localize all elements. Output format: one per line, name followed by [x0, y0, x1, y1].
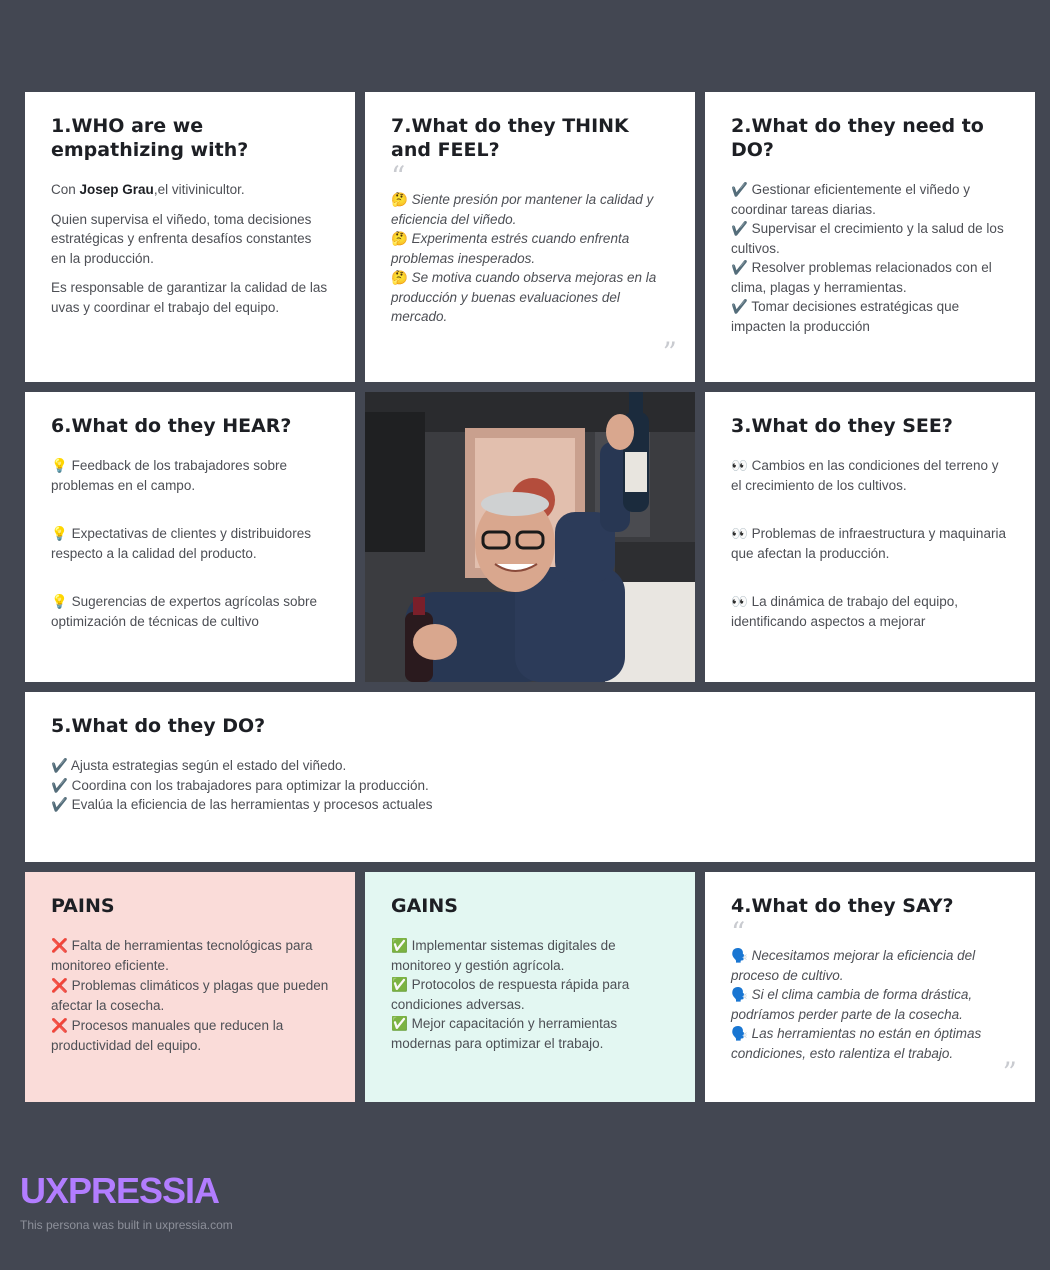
- list-item: 🤔 Siente presión por mantener la calidad…: [391, 192, 654, 227]
- cross-mark-icon: ❌: [51, 1018, 68, 1033]
- list-item: 👀 Problemas de infraestructura y maquina…: [731, 526, 1006, 561]
- uxpressia-logo[interactable]: UXPRESSIA: [20, 1170, 220, 1212]
- speaking-head-icon: 🗣️: [731, 1026, 748, 1041]
- card-pains: PAINS ❌ Falta de herramientas tecnológic…: [25, 872, 355, 1102]
- list-item: 👀 La dinámica de trabajo del equipo, ide…: [731, 594, 958, 629]
- who-paragraph-3: Es responsable de garantizar la calidad …: [51, 280, 328, 315]
- thinking-face-icon: 🤔: [391, 192, 408, 207]
- who-intro-prefix: Con: [51, 182, 80, 197]
- check-mark-icon: ✔️: [51, 758, 68, 773]
- list-item: ✅ Implementar sistemas digitales de moni…: [391, 938, 616, 973]
- card-hear-title: 6.What do they HEAR?: [51, 415, 292, 437]
- card-say-title: 4.What do they SAY?: [731, 895, 954, 917]
- footer-credit: This persona was built in uxpressia.com: [20, 1218, 233, 1232]
- card-who-title: 1.WHO are we empathizing with?: [51, 115, 249, 161]
- card-see-title: 3.What do they SEE?: [731, 415, 953, 437]
- thinking-face-icon: 🤔: [391, 231, 408, 246]
- list-item: ✔️ Tomar decisiones estratégicas que imp…: [731, 299, 960, 334]
- card-gains: GAINS ✅ Implementar sistemas digitales d…: [365, 872, 695, 1102]
- who-intro-suffix: ,el vitivinicultor.: [153, 182, 245, 197]
- who-intro: Con Josep Grau,el vitivinicultor.: [51, 180, 329, 200]
- see-list: 👀 Cambios en las condiciones del terreno…: [731, 456, 1009, 631]
- card-hear: 6.What do they HEAR? 💡 Feedback de los t…: [25, 392, 355, 682]
- check-mark-icon: ✔️: [731, 221, 748, 236]
- open-quote-icon: “: [731, 916, 746, 949]
- light-bulb-icon: 💡: [51, 594, 68, 609]
- list-item: 🤔 Se motiva cuando observa mejoras en la…: [391, 270, 657, 324]
- check-mark-icon: ✔️: [731, 299, 748, 314]
- list-item: 💡 Feedback de los trabajadores sobre pro…: [51, 458, 287, 493]
- list-item: ✔️ Evalúa la eficiencia de las herramien…: [51, 797, 433, 812]
- persona-photo: [365, 392, 695, 682]
- card-pains-title: PAINS: [51, 895, 115, 917]
- need-do-list: ✔️ Gestionar eficientemente el viñedo y …: [731, 180, 1009, 336]
- card-who: 1.WHO are we empathizing with? Con Josep…: [25, 92, 355, 382]
- pains-list: ❌ Falta de herramientas tecnológicas par…: [51, 936, 329, 1056]
- card-need-do: 2.What do they need to DO? ✔️ Gestionar …: [705, 92, 1035, 382]
- speaking-head-icon: 🗣️: [731, 987, 748, 1002]
- eyes-icon: 👀: [731, 594, 748, 609]
- list-item: 🗣️ Necesitamos mejorar la eficiencia del…: [731, 948, 976, 983]
- cross-mark-icon: ❌: [51, 938, 68, 953]
- list-item: ✅ Protocolos de respuesta rápida para co…: [391, 977, 630, 1012]
- card-think-feel: 7.What do they THINK and FEEL? “ 🤔 Sient…: [365, 92, 695, 382]
- list-item: ❌ Problemas climáticos y plagas que pued…: [51, 978, 329, 1013]
- close-quote-icon: ”: [1002, 1056, 1017, 1089]
- check-box-icon: ✅: [391, 938, 408, 953]
- card-gains-title: GAINS: [391, 895, 458, 917]
- do-list: ✔️ Ajusta estrategias según el estado de…: [51, 756, 1009, 815]
- open-quote-icon: “: [391, 160, 406, 193]
- check-mark-icon: ✔️: [731, 260, 748, 275]
- cross-mark-icon: ❌: [51, 978, 68, 993]
- list-item: 🗣️ Las herramientas no están en óptimas …: [731, 1026, 982, 1061]
- check-mark-icon: ✔️: [731, 182, 748, 197]
- card-see: 3.What do they SEE? 👀 Cambios en las con…: [705, 392, 1035, 682]
- card-do-title: 5.What do they DO?: [51, 715, 266, 737]
- close-quote-icon: ”: [662, 336, 677, 369]
- light-bulb-icon: 💡: [51, 526, 68, 541]
- list-item: ✔️ Ajusta estrategias según el estado de…: [51, 758, 347, 773]
- persona-name: Josep Grau: [79, 182, 154, 197]
- list-item: ❌ Procesos manuales que reducen la produ…: [51, 1018, 284, 1053]
- list-item: ✔️ Supervisar el crecimiento y la salud …: [731, 221, 1004, 256]
- list-item: 💡 Expectativas de clientes y distribuido…: [51, 526, 311, 561]
- persona-photo-illustration: [365, 392, 695, 682]
- card-say: 4.What do they SAY? “ 🗣️ Necesitamos mej…: [705, 872, 1035, 1102]
- list-item: 👀 Cambios en las condiciones del terreno…: [731, 458, 999, 493]
- card-need-do-title: 2.What do they need to DO?: [731, 115, 984, 161]
- gains-list: ✅ Implementar sistemas digitales de moni…: [391, 936, 669, 1053]
- list-item: ✔️ Coordina con los trabajadores para op…: [51, 777, 429, 793]
- say-list: 🗣️ Necesitamos mejorar la eficiencia del…: [731, 946, 1009, 1063]
- light-bulb-icon: 💡: [51, 458, 68, 473]
- card-think-feel-title: 7.What do they THINK and FEEL?: [391, 115, 629, 161]
- speaking-head-icon: 🗣️: [731, 948, 748, 963]
- list-item: ❌ Falta de herramientas tecnológicas par…: [51, 938, 313, 973]
- check-mark-icon: ✔️: [51, 777, 68, 793]
- list-item: ✔️ Resolver problemas relacionados con e…: [731, 260, 992, 295]
- who-paragraph-2: Quien supervisa el viñedo, toma decision…: [51, 211, 312, 266]
- hear-list: 💡 Feedback de los trabajadores sobre pro…: [51, 456, 329, 631]
- list-item: 💡 Sugerencias de expertos agrícolas sobr…: [51, 594, 317, 629]
- list-item: ✔️ Gestionar eficientemente el viñedo y …: [731, 182, 970, 217]
- eyes-icon: 👀: [731, 526, 748, 541]
- list-item: ✅ Mejor capacitación y herramientas mode…: [391, 1016, 618, 1051]
- check-box-icon: ✅: [391, 1016, 408, 1031]
- check-mark-icon: ✔️: [51, 797, 68, 812]
- eyes-icon: 👀: [731, 458, 748, 473]
- list-item: 🗣️ Si el clima cambia de forma drástica,…: [731, 987, 973, 1022]
- thinking-face-icon: 🤔: [391, 270, 408, 285]
- think-feel-list: 🤔 Siente presión por mantener la calidad…: [391, 190, 669, 327]
- list-item: 🤔 Experimenta estrés cuando enfrenta pro…: [391, 231, 630, 266]
- card-do: 5.What do they DO? ✔️ Ajusta estrategias…: [25, 692, 1035, 862]
- check-box-icon: ✅: [391, 977, 408, 992]
